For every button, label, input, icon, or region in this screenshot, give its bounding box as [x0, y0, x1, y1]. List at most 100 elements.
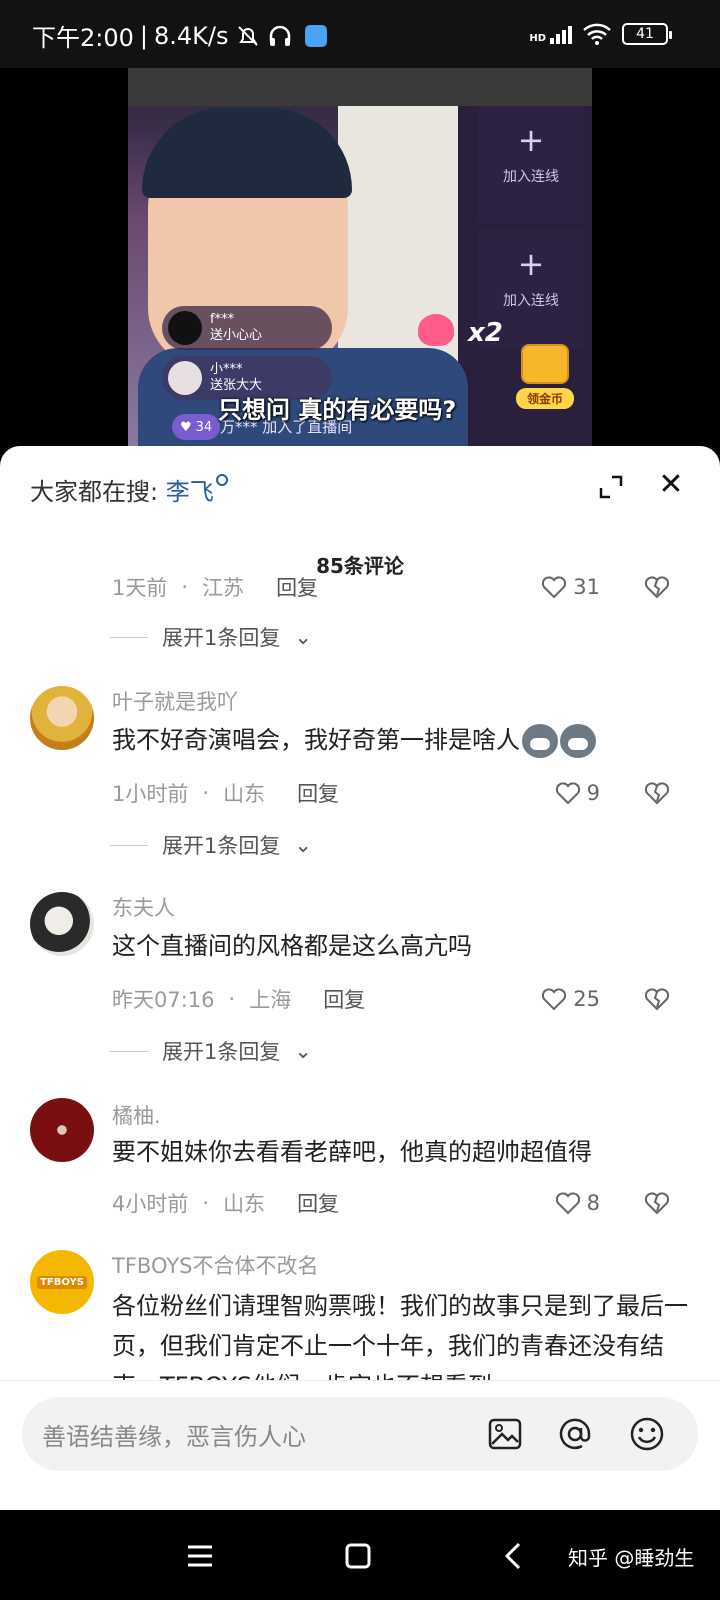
comment-location: 山东 — [223, 782, 266, 806]
expand-replies-label: 展开1条回复 — [162, 626, 281, 650]
live-video-area[interactable]: + 加入连线 + 加入连线 f*** 送小心心 x2 小*** 送张大大 ♥ 3… — [0, 68, 720, 448]
expand-replies-label: 展开1条回复 — [162, 1040, 281, 1064]
fullscreen-icon[interactable] — [598, 474, 624, 500]
comment-text: 我不好奇演唱会，我好奇第一排是啥人 — [112, 720, 692, 760]
mute-bell-icon — [237, 25, 258, 46]
like-count: 25 — [573, 987, 600, 1011]
emoji-icon[interactable] — [628, 1415, 666, 1453]
expand-replies-button[interactable]: 展开1条回复 ⌄ — [110, 622, 312, 652]
video-top-strip — [128, 68, 592, 106]
mention-icon[interactable] — [556, 1415, 594, 1453]
search-icon — [215, 474, 228, 486]
join-cohost-label: 加入连线 — [503, 293, 559, 309]
broken-heart-icon — [644, 782, 670, 805]
gift-username: f*** — [210, 312, 235, 328]
hd-label: HD — [529, 33, 546, 44]
viewer-count: 34 — [195, 419, 213, 435]
comment-username[interactable]: 橘柚. — [112, 1100, 161, 1130]
broken-heart-icon — [644, 576, 670, 599]
husky-emoji-icon — [560, 724, 596, 758]
comment-location: 江苏 — [202, 576, 245, 600]
status-right: HD 41 — [529, 22, 672, 46]
home-square-icon[interactable] — [338, 1536, 378, 1576]
avatar[interactable]: TFBOYS — [30, 1250, 94, 1314]
comment-location: 上海 — [249, 988, 292, 1012]
comment-username[interactable]: 叶子就是我吖 — [112, 686, 238, 716]
heart-outline-icon — [542, 576, 567, 599]
status-time: 下午2:00 — [32, 24, 134, 52]
dislike-button[interactable] — [644, 987, 670, 1011]
trending-search-keyword[interactable]: 李飞 — [166, 478, 214, 506]
image-icon[interactable] — [486, 1415, 524, 1453]
comment-text-content: 我不好奇演唱会，我好奇第一排是啥人 — [112, 726, 520, 754]
gold-coin-label: 领金币 — [516, 388, 574, 409]
live-video-frame[interactable]: + 加入连线 + 加入连线 f*** 送小心心 x2 小*** 送张大大 ♥ 3… — [128, 68, 592, 448]
status-bar: 下午2:00 | 8.4K/s HD 41 — [0, 0, 720, 68]
battery-icon: 41 — [622, 23, 672, 45]
dislike-button[interactable] — [644, 781, 670, 805]
viewer-count-badge: ♥ 34 — [172, 414, 221, 440]
gold-coin-button[interactable]: 领金币 — [516, 344, 574, 414]
like-count: 31 — [573, 575, 600, 599]
expand-replies-label: 展开1条回复 — [162, 834, 281, 858]
comment-list[interactable]: 1天前 · 江苏 回复 31 展开1条回复 ⌄ 叶子就是我吖 我不好奇演唱会，我… — [0, 570, 720, 1510]
comment-meta: 1天前 · 江苏 回复 31 — [112, 570, 692, 604]
avatar[interactable] — [30, 1098, 94, 1162]
join-cohost-label: 加入连线 — [503, 169, 559, 185]
comment-sheet: 大家都在搜: 李飞 ✕ 85条评论 1天前 · 江苏 回复 31 展开1条回复 … — [0, 446, 720, 1510]
plus-icon: + — [517, 245, 545, 283]
like-button[interactable]: 25 — [541, 987, 600, 1011]
back-icon[interactable] — [494, 1536, 534, 1576]
reply-button[interactable]: 回复 — [323, 984, 365, 1014]
close-icon[interactable]: ✕ — [656, 470, 686, 500]
dislike-button[interactable] — [644, 575, 670, 599]
comment-time: 昨天07:16 — [112, 988, 215, 1012]
heart-gift-icon — [418, 314, 454, 346]
gift-notification-1: f*** 送小心心 — [162, 306, 332, 350]
streamer-hat — [142, 108, 352, 198]
comment-username[interactable]: TFBOYS不合体不改名 — [112, 1250, 318, 1280]
expand-replies-button[interactable]: 展开1条回复 ⌄ — [110, 1036, 312, 1066]
avatar[interactable] — [30, 686, 94, 750]
like-button[interactable]: 31 — [541, 575, 600, 599]
comment-text: 这个直播间的风格都是这么高亢吗 — [112, 932, 472, 960]
reply-button[interactable]: 回复 — [297, 1188, 339, 1218]
trending-search-hint[interactable]: 大家都在搜: 李飞 — [30, 472, 228, 507]
treasure-chest-icon — [521, 344, 569, 384]
chevron-down-icon: ⌄ — [294, 1039, 312, 1063]
comment-username[interactable]: 东夫人 — [112, 892, 175, 922]
comment-input-bar: 善语结善缘，恶言伤人心 — [0, 1380, 720, 1490]
chevron-down-icon: ⌄ — [294, 833, 312, 857]
cellular-signal-icon: HD — [529, 24, 572, 44]
comment-meta: 昨天07:16 · 上海 回复 25 — [112, 982, 692, 1016]
dislike-button[interactable] — [644, 1191, 670, 1215]
like-button[interactable]: 9 — [555, 781, 600, 805]
app-notification-icon — [304, 24, 327, 47]
heart-outline-icon — [555, 782, 580, 805]
comment-time: 4小时前 — [112, 1192, 189, 1216]
battery-level: 41 — [636, 26, 654, 42]
reply-button[interactable]: 回复 — [297, 778, 339, 808]
gift-username: 小*** — [210, 362, 243, 378]
status-left: 下午2:00 | 8.4K/s — [32, 18, 327, 53]
heart-outline-icon — [542, 988, 567, 1011]
comment-input[interactable]: 善语结善缘，恶言伤人心 — [22, 1397, 698, 1471]
plus-icon: + — [517, 121, 545, 159]
join-cohost-slot-1[interactable]: + 加入连线 — [478, 106, 584, 224]
network-speed: 8.4K/s — [154, 21, 229, 50]
like-button[interactable]: 8 — [555, 1191, 600, 1215]
avatar[interactable] — [30, 892, 94, 956]
comment-input-placeholder: 善语结善缘，恶言伤人心 — [42, 1423, 306, 1451]
gift-user-avatar — [168, 311, 202, 345]
expand-replies-button[interactable]: 展开1条回复 ⌄ — [110, 830, 312, 860]
wifi-icon — [583, 23, 611, 45]
menu-icon[interactable] — [180, 1536, 220, 1576]
reply-button[interactable]: 回复 — [276, 572, 318, 602]
comment-location: 山东 — [223, 1192, 266, 1216]
gift-user-avatar — [168, 361, 202, 395]
comment-meta: 1小时前 · 山东 回复 9 — [112, 776, 692, 810]
like-count: 8 — [586, 1191, 600, 1215]
chevron-down-icon: ⌄ — [294, 625, 312, 649]
status-divider: | — [139, 21, 148, 50]
trending-search-prefix: 大家都在搜: — [30, 478, 159, 506]
